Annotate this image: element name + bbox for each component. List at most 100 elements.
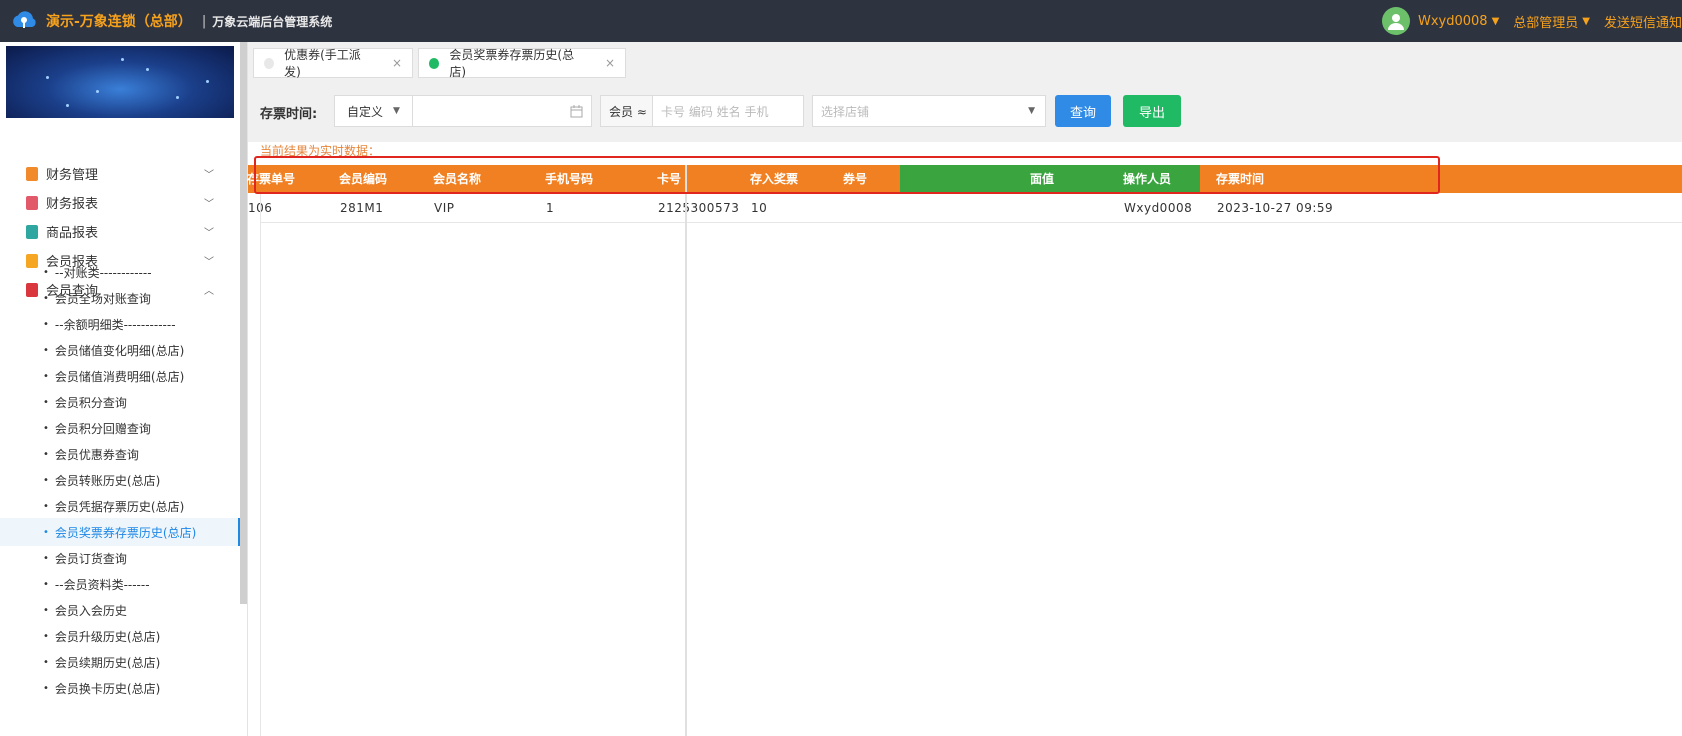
user-menu[interactable]: Wxyd0008 [1418,14,1488,29]
member-search-input[interactable]: 卡号 编码 姓名 手机 [652,95,804,127]
sidebar-item[interactable]: • 会员积分查询 [0,388,240,416]
table-left-border [260,193,261,736]
send-sms-link[interactable]: 发送短信通知 [1604,12,1682,31]
sidebar-item-label: 会员积分回赠查询 [54,421,151,436]
sidebar-item[interactable]: • 会员转账历史(总店) [0,466,240,494]
sidebar-item[interactable]: • 会员全场对账查询 [0,284,240,312]
tab-bar: 优惠券(手工派发) × 会员奖票券存票历史(总店) × [248,42,1682,84]
bullet-icon: • [43,448,49,460]
chevron-down-icon[interactable]: ﹀ [204,195,214,210]
query-button[interactable]: 查询 [1055,95,1111,127]
bullet-icon: • [43,266,49,278]
report-book-icon [26,195,38,210]
date-mode-select[interactable]: 自定义 ▼ [334,95,413,127]
sidebar-item-label: 会员换卡历史(总店) [54,681,161,696]
user-icon [1387,14,1404,30]
sidebar-item[interactable]: • 会员换卡历史(总店) [0,674,240,702]
date-input[interactable] [412,95,592,127]
member-search-placeholder: 卡号 编码 姓名 手机 [661,104,769,119]
table-cell: 2125300573 [658,201,740,215]
sidebar-item[interactable]: • 会员订货查询 [0,544,240,572]
close-icon[interactable]: × [392,56,402,70]
sidebar-item[interactable]: • 会员储值变化明细(总店) [0,336,240,364]
sidebar-item-label: 会员奖票券存票历史(总店) [54,525,197,540]
sidebar-scrollbar[interactable] [240,42,247,604]
table-cell: 2023-10-27 09:59 [1217,201,1334,215]
sidebar-group-2[interactable]: 财务报表 ﹀ [0,187,240,218]
top-bar: 演示-万象连锁（总部） | 万象云端后台管理系统 Wxyd0008 ▼ 总部管理… [0,0,1682,42]
tab-status-dot [264,57,275,69]
sidebar-item-label: 会员转账历史(总店) [54,473,161,488]
sidebar-item-label: 会员升级历史(总店) [54,629,161,644]
bullet-icon: • [43,682,49,694]
bullet-icon: • [43,630,49,642]
chevron-down-icon[interactable]: ▼ [1582,16,1590,27]
tab-label: 会员奖票券存票历史(总店) [449,48,575,79]
sidebar-item[interactable]: • 会员奖票券存票历史(总店) [0,518,240,546]
sidebar-item-label: --对账类------------ [54,265,152,280]
bullet-icon: • [43,552,49,564]
sidebar: 财务管理 ﹀ 财务报表 ﹀ 商品报表 ﹀ 会员报表 ﹀ 会员查询 ︿ • --对账类---------… [0,42,248,736]
sidebar-item-label: 会员积分查询 [54,395,127,410]
sidebar-item-label: 会员订货查询 [54,551,127,566]
chevron-down-icon[interactable]: ▼ [1492,16,1500,27]
sidebar-item-label: 会员储值变化明细(总店) [54,343,185,358]
bullet-icon: • [43,474,49,486]
brand-name: 演示-万象连锁（总部） [46,14,192,30]
sidebar-item[interactable]: • 会员积分回赠查询 [0,414,240,442]
chevron-down-icon: ▼ [393,106,400,116]
bullet-icon: • [43,318,49,330]
table-cell: 10 [751,201,768,215]
cloud-logo-icon [10,7,38,35]
filter-bar: 存票时间: 自定义 ▼ 会员 ≈ 卡号 编码 姓名 手机 选择店铺 ▼ 查询 导… [248,84,1682,142]
member-mode-value: 会员 ≈ [609,104,647,119]
chevron-down-icon[interactable]: ﹀ [204,224,214,239]
close-icon[interactable]: × [605,56,615,70]
chevron-down-icon[interactable]: ﹀ [204,166,214,181]
tab-member-ticket-history[interactable]: 会员奖票券存票历史(总店) × [418,48,626,79]
sidebar-item[interactable]: • 会员优惠券查询 [0,440,240,468]
sidebar-item[interactable]: • --余额明细类------------ [0,310,240,338]
user-avatar[interactable] [1381,7,1410,35]
sidebar-item-label: 会员入会历史 [54,603,127,618]
date-mode-value: 自定义 [347,104,384,119]
calendar-icon[interactable] [570,105,583,118]
highlight-box [254,156,1440,194]
report-book-icon [26,224,38,239]
tab-coupon-manual[interactable]: 优惠券(手工派发) × [253,48,413,79]
role-menu[interactable]: 总部管理员 [1513,12,1578,31]
bullet-icon: • [43,422,49,434]
sidebar-group-3[interactable]: 商品报表 ﹀ [0,216,240,247]
sidebar-item[interactable]: • 会员续期历史(总店) [0,648,240,676]
bullet-icon: • [43,526,49,538]
member-mode-select[interactable]: 会员 ≈ [600,95,653,127]
bullet-icon: • [43,656,49,668]
sidebar-group-label: 财务管理 [46,168,99,183]
bullet-icon: • [43,344,49,356]
sidebar-item[interactable]: • 会员入会历史 [0,596,240,624]
sidebar-group-1[interactable]: 财务管理 ﹀ [0,158,240,189]
bullet-icon: • [43,292,49,304]
store-select-placeholder: 选择店铺 [821,104,870,119]
sidebar-item[interactable]: • 会员储值消费明细(总店) [0,362,240,390]
title-separator: | [201,13,207,29]
sidebar-item[interactable]: • 会员升级历史(总店) [0,622,240,650]
sidebar-item-label: 会员储值消费明细(总店) [54,369,185,384]
store-select[interactable]: 选择店铺 ▼ [812,95,1046,127]
sidebar-item-label: --余额明细类------------ [54,317,176,332]
tab-label: 优惠券(手工派发) [284,48,361,79]
sidebar-banner-image [6,46,234,118]
sidebar-item[interactable]: • --对账类------------ [0,258,240,286]
sidebar-group-label: 财务报表 [46,197,99,212]
sidebar-item[interactable]: • --会员资料类------ [0,570,240,598]
bullet-icon: • [43,370,49,382]
sidebar-item-label: 会员优惠券查询 [54,447,139,462]
table-split-divider[interactable] [685,165,687,736]
sidebar-item-label: 会员凭据存票历史(总店) [54,499,185,514]
sidebar-item[interactable]: • 会员凭据存票历史(总店) [0,492,240,520]
table-cell: 281M1 [340,201,384,215]
export-button[interactable]: 导出 [1123,95,1181,127]
report-book-icon [26,166,38,181]
system-name: 万象云端后台管理系统 [212,14,333,29]
filter-label: 存票时间: [260,107,318,122]
